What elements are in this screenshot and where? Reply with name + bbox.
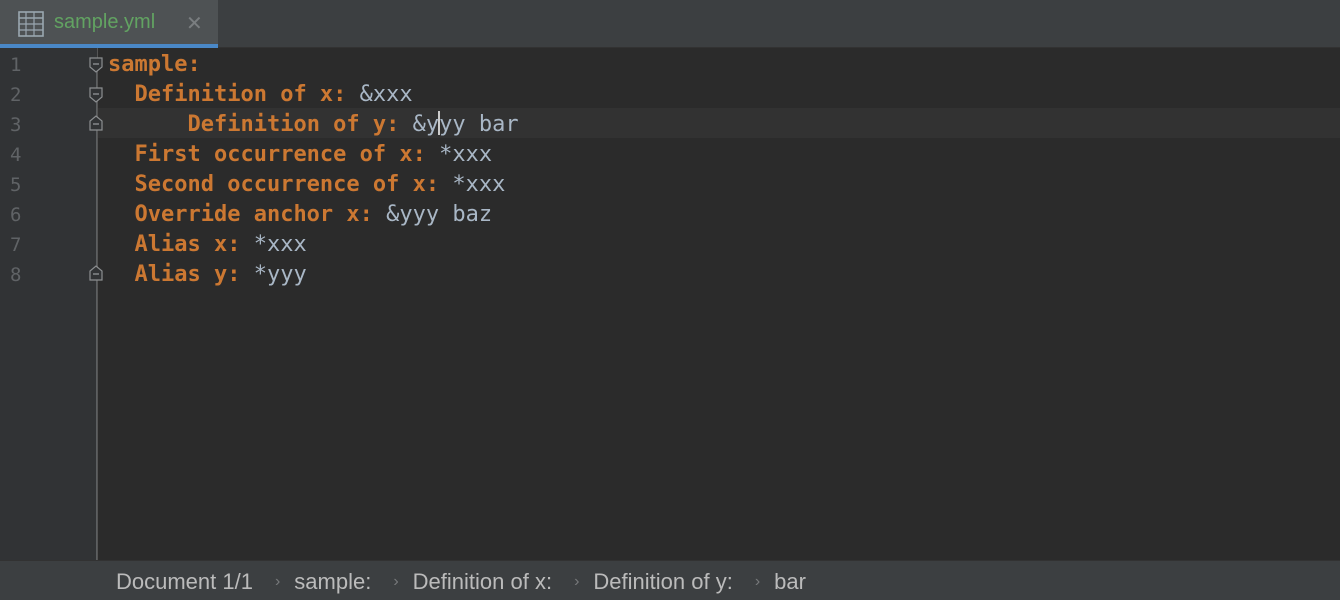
- fold-open-icon[interactable]: [89, 87, 103, 103]
- code-line[interactable]: Override anchor x: &yyy baz: [108, 200, 493, 230]
- code-line[interactable]: First occurrence of x: *xxx: [108, 140, 493, 170]
- editor-gutter: 1 2 3 4 5 6 7 8: [0, 48, 98, 560]
- chevron-right-icon: ›: [754, 573, 761, 590]
- code-line[interactable]: Second occurrence of x: *xxx: [108, 170, 506, 200]
- line-number: 4: [10, 144, 22, 166]
- yaml-key: Alias y:: [134, 262, 241, 287]
- breadcrumb-sample[interactable]: sample:: [294, 569, 371, 595]
- code-line[interactable]: Alias x: *xxx: [108, 230, 307, 260]
- fold-end-icon[interactable]: [89, 115, 103, 131]
- chevron-right-icon: ›: [274, 573, 281, 590]
- tab-sample-yml[interactable]: sample.yml ✕: [0, 0, 218, 48]
- line-number: 7: [10, 234, 22, 256]
- tab-filename: sample.yml: [54, 11, 156, 33]
- yaml-key: Alias x:: [134, 232, 241, 257]
- code-line[interactable]: sample:: [108, 50, 201, 80]
- breadcrumb-document[interactable]: Document 1/1: [116, 569, 253, 595]
- yaml-file-icon: [18, 11, 44, 37]
- yaml-value: *xxx: [240, 232, 307, 257]
- yaml-value: &y: [399, 112, 440, 137]
- breadcrumb: Document 1/1 › sample: › Definition of x…: [116, 569, 806, 595]
- editor-tab-bar: sample.yml ✕: [0, 0, 1340, 48]
- line-number: 2: [10, 84, 22, 106]
- close-icon[interactable]: ✕: [186, 11, 203, 35]
- breadcrumb-definition-y[interactable]: Definition of y:: [593, 569, 732, 595]
- yaml-value: yy bar: [439, 112, 519, 137]
- line-number: 8: [10, 264, 22, 286]
- line-number: 5: [10, 174, 22, 196]
- breadcrumb-bar-value[interactable]: bar: [774, 569, 806, 595]
- yaml-value: *yyy: [240, 262, 307, 287]
- code-line[interactable]: Definition of x: &xxx: [108, 80, 413, 110]
- yaml-key: First occurrence of x:: [134, 142, 426, 167]
- breadcrumb-bar: Document 1/1 › sample: › Definition of x…: [0, 560, 1340, 600]
- fold-end-icon[interactable]: [89, 265, 103, 281]
- yaml-value: *xxx: [439, 172, 506, 197]
- fold-open-icon[interactable]: [89, 57, 103, 73]
- line-number: 6: [10, 204, 22, 226]
- yaml-key: Override anchor x:: [134, 202, 373, 227]
- yaml-value: &yyy baz: [372, 202, 493, 227]
- yaml-value: *xxx: [425, 142, 493, 167]
- line-number: 3: [10, 114, 22, 136]
- code-line[interactable]: Alias y: *yyy: [108, 260, 307, 290]
- breadcrumb-definition-x[interactable]: Definition of x:: [413, 569, 552, 595]
- yaml-key: Definition of y:: [187, 112, 400, 137]
- line-number: 1: [10, 54, 22, 76]
- chevron-right-icon: ›: [574, 573, 580, 590]
- yaml-key: sample:: [108, 52, 201, 77]
- yaml-key: Second occurrence of x:: [134, 172, 440, 197]
- yaml-key: Definition of x:: [134, 82, 347, 107]
- chevron-right-icon: ›: [393, 573, 399, 590]
- code-line[interactable]: Definition of y: &yyy bar: [108, 110, 519, 140]
- yaml-value: &xxx: [346, 82, 413, 107]
- fold-guide: [96, 70, 97, 560]
